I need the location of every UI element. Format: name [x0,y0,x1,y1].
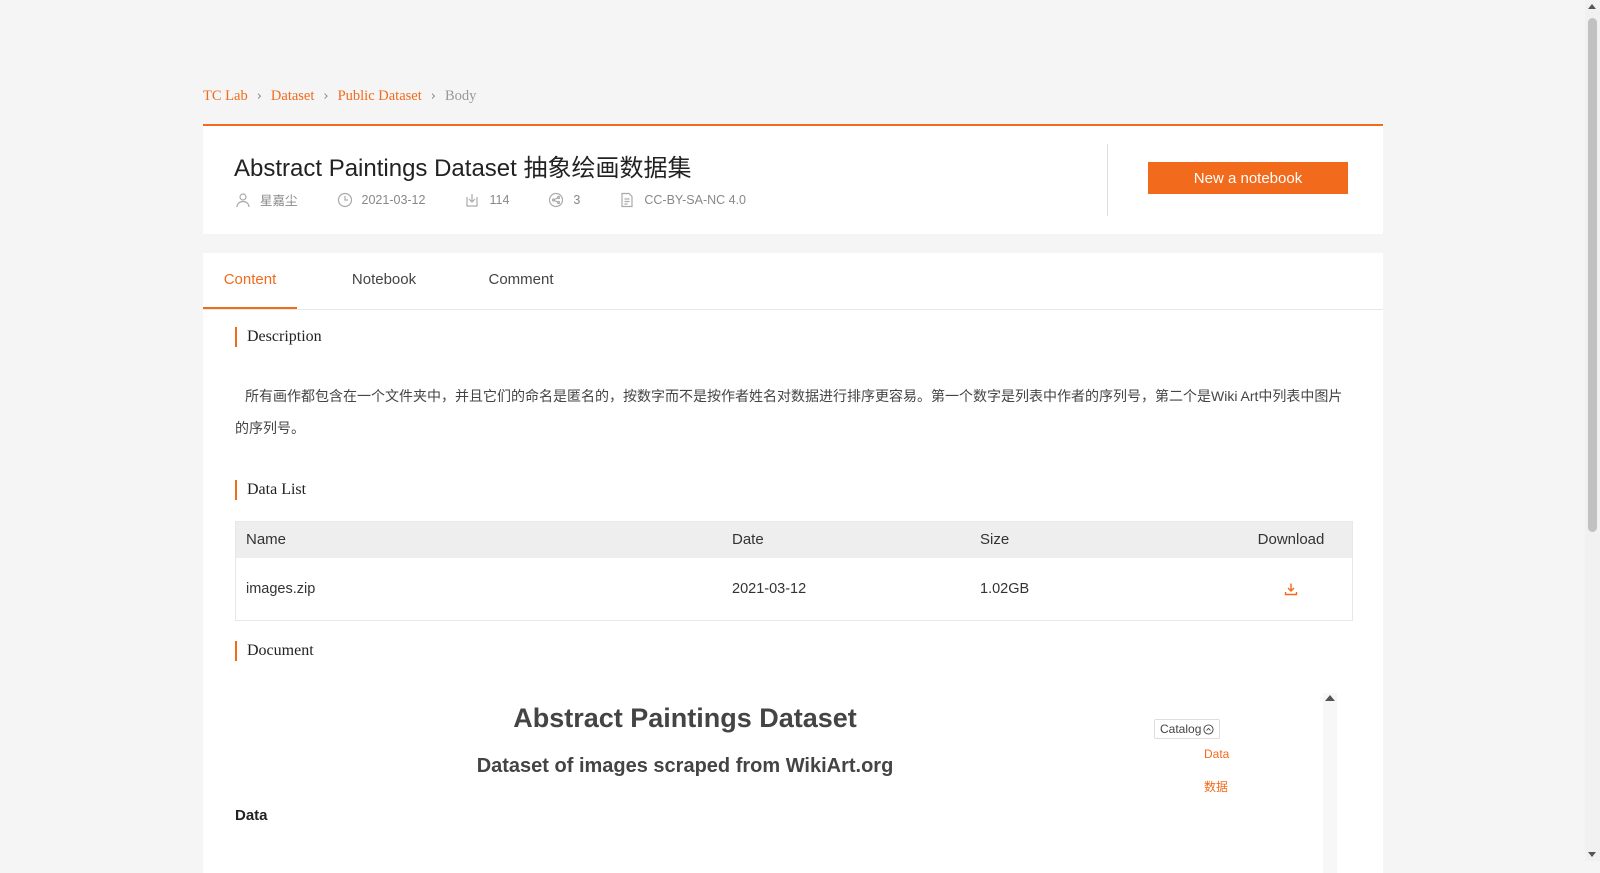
scroll-up-arrow-icon[interactable] [1325,695,1335,701]
scroll-up-arrow-icon[interactable] [1588,4,1596,9]
document-scrollbar[interactable] [1323,693,1337,873]
publish-date: 2021-03-12 [361,192,426,207]
breadcrumb-tc-lab[interactable]: TC Lab [203,88,248,105]
meta-downloads: 114 [463,191,509,209]
dataset-meta: 星嘉尘 2021-03-12 114 3 CC-BY-SA-NC 4.0 [234,190,784,209]
share-icon [547,191,565,209]
meta-author: 星嘉尘 [234,190,298,209]
meta-license: CC-BY-SA-NC 4.0 [618,191,746,209]
column-header-name: Name [246,531,287,548]
data-list-heading: Data List [235,480,306,500]
main-content: Content Notebook Comment Description 所有画… [203,253,1383,873]
chevron-right-icon: › [256,89,262,104]
tab-bar: Content Notebook Comment [203,253,1383,310]
breadcrumb-current: Body [444,88,477,104]
page-scrollbar[interactable] [1585,0,1600,861]
scroll-down-arrow-icon[interactable] [1588,852,1596,857]
download-count: 114 [489,192,510,207]
share-count: 3 [573,192,581,207]
header-divider [1107,144,1108,216]
file-size: 1.02GB [980,581,1030,597]
circle-up-icon [1203,723,1214,735]
breadcrumb-dataset[interactable]: Dataset [271,88,314,105]
document-heading: Document [235,641,314,661]
tab-content[interactable]: Content [203,253,297,309]
document-section-data: Data [235,807,268,824]
catalog-toggle[interactable]: Catalog [1154,719,1221,739]
document-viewer: Abstract Paintings Dataset Dataset of im… [235,693,1337,873]
table-header: Name Date Size Download [236,522,1352,558]
meta-date: 2021-03-12 [336,191,426,209]
clock-icon [336,191,354,209]
document-icon [618,191,636,209]
document-title: Abstract Paintings Dataset [513,703,857,733]
column-header-download: Download [1257,531,1325,548]
page-title: Abstract Paintings Dataset 抽象绘画数据集 [234,155,692,182]
tab-notebook[interactable]: Notebook [334,253,434,307]
download-icon[interactable] [1284,582,1298,596]
breadcrumb-public-dataset[interactable]: Public Dataset [338,88,422,105]
file-name: images.zip [246,581,316,597]
catalog-label: Catalog [1160,722,1202,736]
breadcrumb: TC Lab › Dataset › Public Dataset › Body [203,88,476,105]
description-text: 所有画作都包含在一个文件夹中，并且它们的命名是匿名的，按数字而不是按作者姓名对数… [235,388,1343,436]
catalog-item-data[interactable]: Data [1204,747,1229,761]
document-subtitle: Dataset of images scraped from WikiArt.o… [476,755,894,777]
tab-comment[interactable]: Comment [471,253,571,307]
user-icon [234,191,252,209]
dataset-header: Abstract Paintings Dataset 抽象绘画数据集 星嘉尘 2… [203,124,1383,234]
chevron-right-icon: › [430,89,436,104]
data-list-table: Name Date Size Download images.zip 2021-… [235,521,1353,621]
chevron-right-icon: › [323,89,329,104]
download-box-icon [463,191,481,209]
table-row: images.zip 2021-03-12 1.02GB [236,558,1352,620]
catalog-item-shuju[interactable]: 数据 [1204,778,1228,795]
new-notebook-button[interactable]: New a notebook [1148,162,1348,194]
column-header-size: Size [980,531,1010,548]
author-name[interactable]: 星嘉尘 [260,190,298,209]
license-label: CC-BY-SA-NC 4.0 [644,192,747,207]
download-cell [1230,558,1352,620]
meta-shares: 3 [547,191,580,209]
column-header-date: Date [732,531,764,548]
file-date: 2021-03-12 [732,581,807,597]
description-heading: Description [235,327,322,347]
page-scrollbar-thumb[interactable] [1588,18,1597,532]
